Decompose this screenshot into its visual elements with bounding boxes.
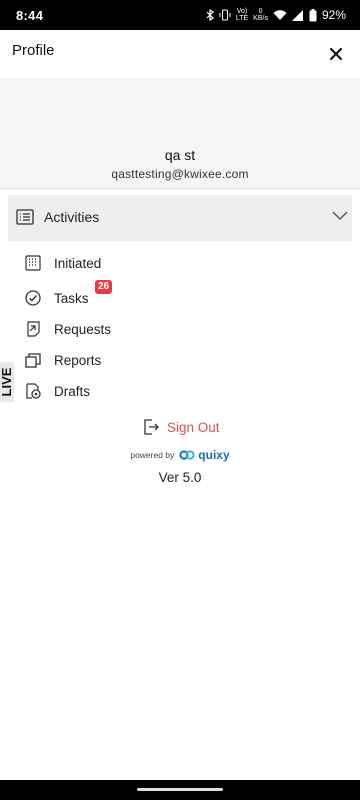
page-title: Profile — [12, 42, 55, 59]
battery-icon — [309, 8, 317, 21]
request-icon — [27, 321, 40, 337]
status-bar: 8:44 Vo) LTE 0 KB/s 92% — [0, 0, 360, 30]
sign-out-button[interactable]: Sign Out — [143, 417, 220, 437]
menu-item-tasks[interactable]: Tasks 26 — [24, 280, 224, 310]
vibrate-icon — [219, 9, 231, 21]
menu-item-requests[interactable]: Requests — [24, 317, 224, 341]
sign-out-icon — [144, 419, 159, 435]
data-rate: 0 KB/s — [253, 8, 268, 22]
menu-item-label: Requests — [54, 321, 112, 337]
close-icon — [329, 47, 343, 61]
powered-by: powered by quixy — [0, 448, 360, 462]
data-rate-unit: KB/s — [253, 15, 268, 22]
profile-header: Profile — [0, 30, 360, 78]
environment-label: LIVE — [0, 367, 14, 397]
close-button[interactable] — [326, 44, 346, 64]
activities-label: Activities — [44, 209, 100, 225]
quixy-logo: quixy — [179, 448, 230, 462]
data-rate-value: 0 — [258, 8, 263, 15]
menu-item-label: Reports — [54, 352, 102, 368]
chevron-down-icon — [332, 211, 348, 220]
quixy-logo-icon — [179, 450, 195, 460]
profile-name: qa st — [164, 147, 196, 163]
profile-card: qa st qasttesting@kwixee.com — [0, 78, 360, 188]
menu-item-reports[interactable]: Reports — [24, 348, 224, 372]
divider — [0, 188, 360, 189]
volte-indicator: Vo) LTE — [236, 8, 248, 22]
menu-item-initiated[interactable]: Initiated — [24, 251, 224, 275]
status-icons: Vo) LTE 0 KB/s 92% — [206, 8, 346, 22]
profile-email: qasttesting@kwixee.com — [111, 167, 249, 181]
menu-item-label: Initiated — [54, 255, 102, 271]
reports-icon — [25, 353, 41, 368]
drafts-icon — [26, 383, 41, 399]
volte-top: Vo) — [236, 8, 248, 15]
sign-out-label: Sign Out — [167, 419, 220, 435]
calendar-grid-icon — [25, 255, 41, 271]
wifi-icon — [273, 9, 287, 20]
volte-bottom: LTE — [235, 15, 249, 22]
tasks-count-badge: 26 — [95, 280, 113, 294]
system-nav-bar — [0, 780, 360, 800]
menu-item-label: Drafts — [54, 383, 91, 399]
battery-percent: 92% — [321, 8, 346, 22]
signal-icon — [291, 9, 303, 21]
powered-by-text: powered by — [130, 450, 175, 460]
bluetooth-icon — [206, 9, 214, 21]
status-time: 8:44 — [16, 7, 44, 23]
check-circle-icon — [25, 290, 41, 306]
activities-section-toggle[interactable]: Activities — [8, 195, 352, 241]
list-icon — [16, 209, 34, 225]
quixy-brand-text: quixy — [198, 448, 230, 462]
app-version: Ver 5.0 — [158, 470, 202, 485]
home-gesture-handle[interactable] — [137, 788, 223, 791]
menu-item-label: Tasks — [54, 290, 89, 306]
menu-item-drafts[interactable]: Drafts — [24, 379, 224, 403]
